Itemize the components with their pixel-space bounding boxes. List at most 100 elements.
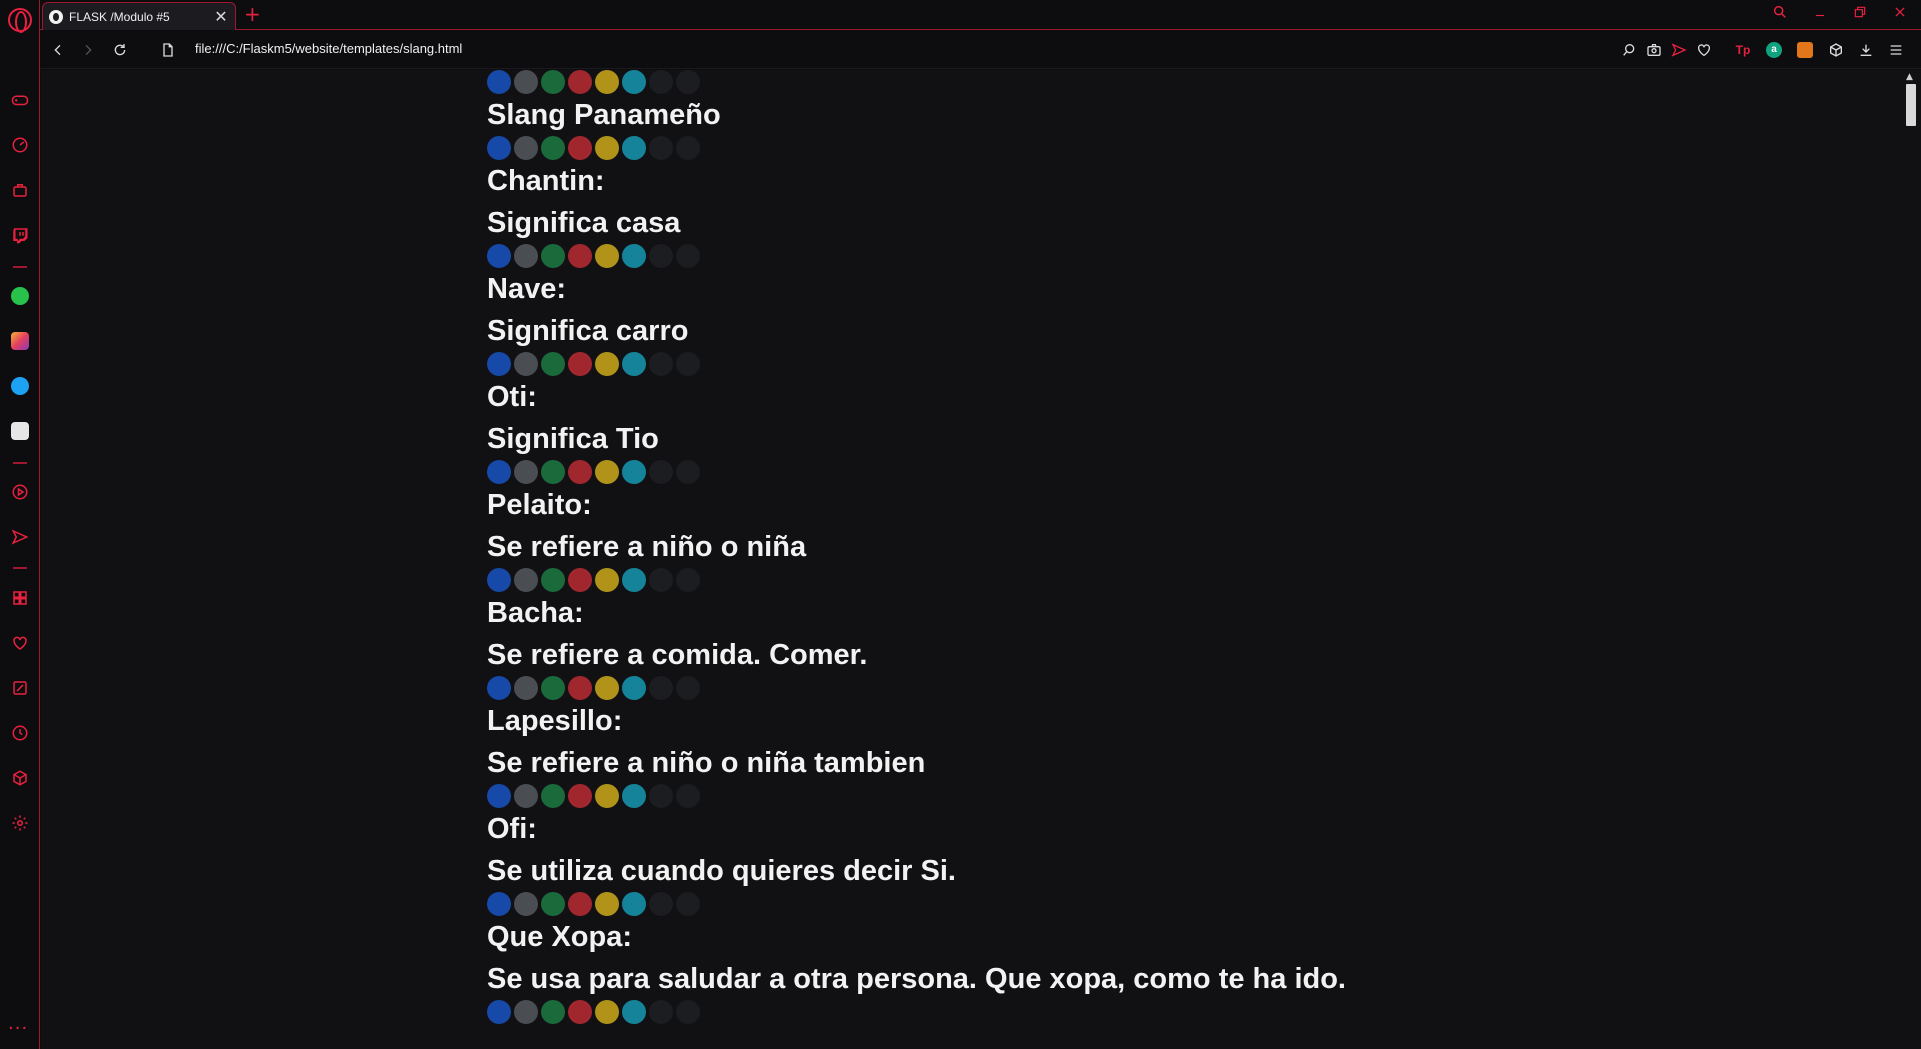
slang-meaning: Significa casa	[487, 207, 681, 239]
metamask-extension-icon[interactable]	[1797, 42, 1813, 58]
tab-active[interactable]: FLASK /Modulo #5 ✕	[42, 2, 236, 30]
crypto-icon[interactable]	[10, 768, 30, 788]
slang-meaning: Significa Tio	[487, 423, 659, 455]
sidebar-more-button[interactable]: ···	[8, 1020, 28, 1038]
color-dot	[541, 676, 565, 700]
settings-icon[interactable]	[10, 813, 30, 833]
color-dot	[514, 676, 538, 700]
color-dot	[568, 676, 592, 700]
twitch-icon[interactable]	[10, 225, 30, 245]
color-dot	[676, 568, 700, 592]
slang-term: Pelaito:	[487, 489, 592, 521]
reload-icon[interactable]	[110, 40, 130, 60]
color-dot	[622, 136, 646, 160]
opera-logo-icon[interactable]	[8, 8, 32, 33]
easy-setup-icon[interactable]	[1887, 41, 1905, 59]
color-dot	[487, 352, 511, 376]
tab-title: FLASK /Modulo #5	[69, 9, 170, 24]
color-dot	[487, 460, 511, 484]
color-dot	[568, 892, 592, 916]
color-dot	[568, 784, 592, 808]
color-dot	[541, 136, 565, 160]
new-tab-button[interactable]: +	[244, 3, 261, 25]
color-dot	[595, 70, 619, 94]
color-dot	[622, 460, 646, 484]
color-dot	[487, 676, 511, 700]
slang-term: Ofi:	[487, 813, 537, 845]
color-dot	[541, 352, 565, 376]
color-dot	[595, 136, 619, 160]
restore-icon[interactable]	[1850, 4, 1870, 24]
download-icon[interactable]	[1857, 41, 1875, 59]
slang-meaning: Significa carro	[487, 315, 689, 347]
gamepad-icon[interactable]	[10, 90, 30, 110]
send-to-flow-icon[interactable]	[1670, 41, 1688, 59]
close-window-icon[interactable]	[1890, 4, 1910, 24]
extensions-icon[interactable]	[10, 180, 30, 200]
color-dots	[487, 70, 1687, 94]
sidebar-divider	[13, 567, 27, 569]
color-dot	[622, 676, 646, 700]
color-dot	[622, 784, 646, 808]
color-dot	[541, 460, 565, 484]
color-dot	[568, 136, 592, 160]
slang-term: Bacha:	[487, 597, 584, 629]
snapshot-icon[interactable]	[1645, 41, 1663, 59]
tab-close-button[interactable]: ✕	[213, 8, 229, 25]
scroll-thumb[interactable]	[1906, 84, 1916, 126]
color-dot	[676, 892, 700, 916]
color-dot	[649, 676, 673, 700]
color-dots	[487, 892, 1687, 916]
extensions-cube-icon[interactable]	[1827, 41, 1845, 59]
color-dot	[568, 352, 592, 376]
color-dots	[487, 676, 1687, 700]
find-icon[interactable]	[1620, 41, 1638, 59]
bookmark-heart-icon[interactable]	[1695, 41, 1713, 59]
search-tabs-icon[interactable]	[1770, 4, 1790, 24]
player-icon[interactable]	[10, 482, 30, 502]
color-dot	[487, 1000, 511, 1024]
history-icon[interactable]	[10, 723, 30, 743]
a-extension-icon[interactable]: a	[1766, 42, 1782, 58]
scroll-up-arrow-icon[interactable]: ▲	[1906, 72, 1913, 82]
flow-icon[interactable]	[10, 527, 30, 547]
twitter-icon[interactable]	[11, 377, 29, 395]
color-dot	[676, 352, 700, 376]
color-dot	[514, 784, 538, 808]
color-dot	[595, 676, 619, 700]
color-dot	[487, 136, 511, 160]
color-dot	[595, 244, 619, 268]
color-dot	[487, 568, 511, 592]
color-dot	[649, 892, 673, 916]
slang-meaning: Se refiere a comida. Comer.	[487, 639, 868, 671]
forward-icon[interactable]	[78, 40, 98, 60]
color-dot	[649, 568, 673, 592]
color-dot	[568, 244, 592, 268]
color-dots	[487, 1000, 1687, 1024]
pinboard-icon[interactable]	[10, 678, 30, 698]
color-dot	[541, 784, 565, 808]
minimize-icon[interactable]	[1810, 4, 1830, 24]
whatsapp-icon[interactable]	[11, 287, 29, 305]
color-dot	[649, 136, 673, 160]
instagram-icon[interactable]	[11, 332, 29, 350]
bookmarks-icon[interactable]	[10, 633, 30, 653]
slang-meaning: Se refiere a niño o niña tambien	[487, 747, 926, 779]
color-dots	[487, 568, 1687, 592]
tp-extension-icon[interactable]: Tp	[1735, 42, 1751, 58]
browser-window: ··· FLASK /Modulo #5 ✕ + file:///C:/Flas…	[0, 0, 1921, 1049]
color-dot	[649, 70, 673, 94]
color-dot	[568, 1000, 592, 1024]
speed-dial-icon[interactable]	[10, 135, 30, 155]
back-icon[interactable]	[48, 40, 68, 60]
color-dot	[676, 1000, 700, 1024]
workspaces-icon[interactable]	[10, 588, 30, 608]
scrollbar[interactable]: ▲	[1901, 70, 1921, 1049]
slang-term: Que Xopa:	[487, 921, 633, 953]
color-dot	[487, 244, 511, 268]
page-info-icon[interactable]	[158, 40, 178, 60]
url-field[interactable]: file:///C:/Flaskm5/website/templates/sla…	[195, 41, 462, 56]
discord-icon[interactable]	[11, 422, 29, 440]
sidebar-divider	[13, 266, 27, 268]
color-dot	[649, 244, 673, 268]
